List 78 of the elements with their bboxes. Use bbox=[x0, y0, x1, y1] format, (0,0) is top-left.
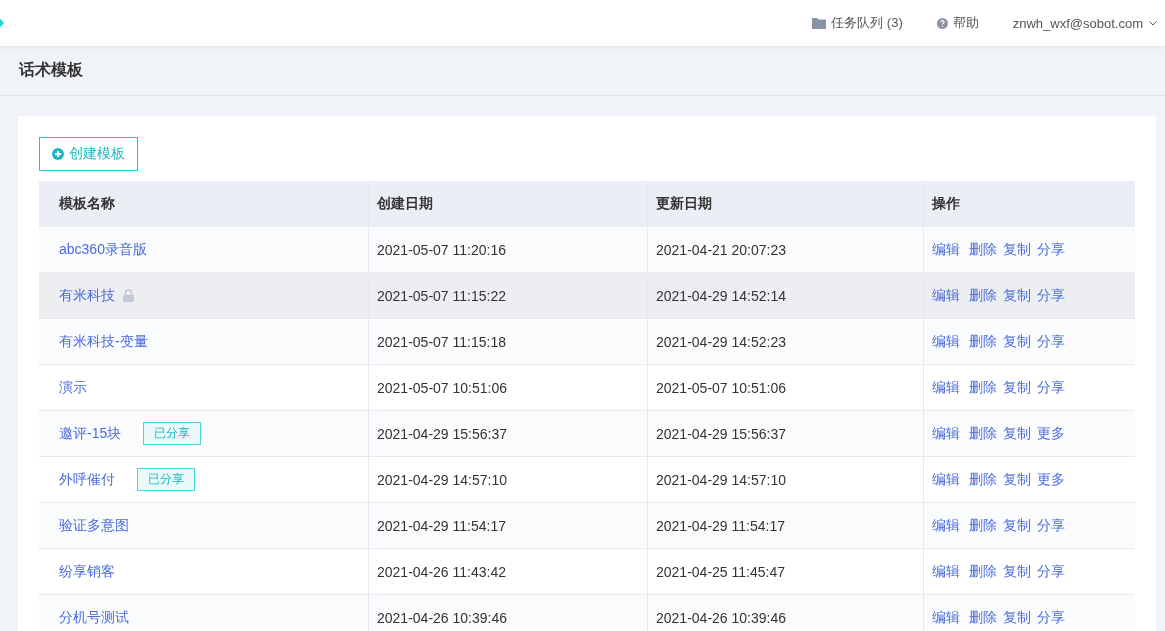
action-link[interactable]: 删除 bbox=[969, 286, 997, 305]
date-cell: 2021-04-29 11:54:17 bbox=[368, 502, 648, 549]
folder-icon bbox=[812, 17, 827, 29]
date-cell: 2021-04-29 14:52:23 bbox=[647, 318, 924, 365]
date-cell: 2021-05-07 10:51:06 bbox=[647, 364, 924, 411]
action-link[interactable]: 编辑 bbox=[932, 332, 960, 351]
date-cell: 2021-04-26 10:39:46 bbox=[647, 594, 924, 631]
action-link[interactable]: 删除 bbox=[969, 332, 997, 351]
date-cell: 2021-04-29 11:54:17 bbox=[647, 502, 924, 549]
date-cell: 2021-04-25 11:45:47 bbox=[647, 548, 924, 595]
date-cell: 2021-04-29 15:56:37 bbox=[368, 410, 648, 457]
action-link[interactable]: 分享 bbox=[1037, 608, 1065, 627]
page-title: 话术模板 bbox=[19, 60, 83, 80]
action-link[interactable]: 编辑 bbox=[932, 424, 960, 443]
template-name-link[interactable]: 有米科技 bbox=[59, 286, 115, 305]
help-link[interactable]: 帮助 bbox=[952, 14, 979, 32]
action-link[interactable]: 复制 bbox=[1003, 240, 1031, 259]
action-link[interactable]: 复制 bbox=[1003, 332, 1031, 351]
column-header: 模板名称 bbox=[39, 181, 369, 227]
template-name-link[interactable]: abc360录音版 bbox=[59, 240, 147, 259]
action-link[interactable]: 复制 bbox=[1003, 470, 1031, 489]
date-cell: 2021-05-07 11:15:22 bbox=[368, 272, 648, 319]
help-icon bbox=[936, 17, 948, 29]
date-cell: 2021-05-07 11:15:18 bbox=[368, 318, 648, 365]
action-link[interactable]: 复制 bbox=[1003, 516, 1031, 535]
date-cell: 2021-04-21 20:07:23 bbox=[647, 227, 924, 273]
chevron-down-icon bbox=[1149, 20, 1157, 26]
task-queue-link[interactable]: 任务队列 (3) bbox=[831, 14, 903, 32]
action-link[interactable]: 更多 bbox=[1037, 424, 1065, 443]
action-link[interactable]: 编辑 bbox=[932, 516, 960, 535]
action-link[interactable]: 删除 bbox=[969, 516, 997, 535]
create-template-button[interactable]: 创建模板 bbox=[39, 137, 138, 171]
action-link[interactable]: 删除 bbox=[969, 562, 997, 581]
shared-tag: 已分享 bbox=[143, 422, 202, 445]
action-link[interactable]: 复制 bbox=[1003, 378, 1031, 397]
action-link[interactable]: 删除 bbox=[969, 608, 997, 627]
template-name-link[interactable]: 演示 bbox=[59, 378, 87, 397]
date-cell: 2021-05-07 10:51:06 bbox=[368, 364, 648, 411]
action-link[interactable]: 编辑 bbox=[932, 240, 960, 259]
date-cell: 2021-04-26 10:39:46 bbox=[368, 594, 648, 631]
column-header: 创建日期 bbox=[368, 181, 648, 227]
template-name-link[interactable]: 分机号测试 bbox=[59, 608, 129, 627]
action-link[interactable]: 删除 bbox=[969, 424, 997, 443]
action-link[interactable]: 删除 bbox=[969, 470, 997, 489]
action-link[interactable]: 分享 bbox=[1037, 378, 1065, 397]
template-name-link[interactable]: 验证多意图 bbox=[59, 516, 129, 535]
action-link[interactable]: 删除 bbox=[969, 240, 997, 259]
action-link[interactable]: 复制 bbox=[1003, 286, 1031, 305]
date-cell: 2021-04-29 15:56:37 bbox=[647, 410, 924, 457]
action-link[interactable]: 分享 bbox=[1037, 516, 1065, 535]
action-link[interactable]: 删除 bbox=[969, 378, 997, 397]
date-cell: 2021-04-29 14:57:10 bbox=[647, 456, 924, 503]
action-link[interactable]: 复制 bbox=[1003, 608, 1031, 627]
action-link[interactable]: 编辑 bbox=[932, 470, 960, 489]
action-link[interactable]: 复制 bbox=[1003, 562, 1031, 581]
template-name-link[interactable]: 外呼催付 bbox=[59, 470, 115, 489]
action-link[interactable]: 编辑 bbox=[932, 286, 960, 305]
action-link[interactable]: 分享 bbox=[1037, 332, 1065, 351]
template-name-link[interactable]: 有米科技-变量 bbox=[59, 332, 148, 351]
date-cell: 2021-05-07 11:20:16 bbox=[368, 227, 648, 273]
action-link[interactable]: 分享 bbox=[1037, 562, 1065, 581]
action-link[interactable]: 复制 bbox=[1003, 424, 1031, 443]
date-cell: 2021-04-26 11:43:42 bbox=[368, 548, 648, 595]
shared-tag: 已分享 bbox=[137, 468, 195, 491]
template-name-link[interactable]: 邀评-15块 bbox=[59, 424, 122, 443]
column-header: 更新日期 bbox=[647, 181, 924, 227]
action-link[interactable]: 分享 bbox=[1037, 240, 1065, 259]
template-name-link[interactable]: 纷享销客 bbox=[59, 562, 115, 581]
user-account[interactable]: znwh_wxf@sobot.com bbox=[1012, 15, 1143, 31]
column-header: 操作 bbox=[923, 181, 1135, 227]
action-link[interactable]: 编辑 bbox=[932, 608, 960, 627]
action-link[interactable]: 分享 bbox=[1037, 286, 1065, 305]
action-link[interactable]: 更多 bbox=[1037, 470, 1065, 489]
plus-circle-icon bbox=[52, 148, 64, 160]
action-link[interactable]: 编辑 bbox=[932, 378, 960, 397]
date-cell: 2021-04-29 14:52:14 bbox=[647, 272, 924, 319]
action-link[interactable]: 编辑 bbox=[932, 562, 960, 581]
date-cell: 2021-04-29 14:57:10 bbox=[368, 456, 648, 503]
